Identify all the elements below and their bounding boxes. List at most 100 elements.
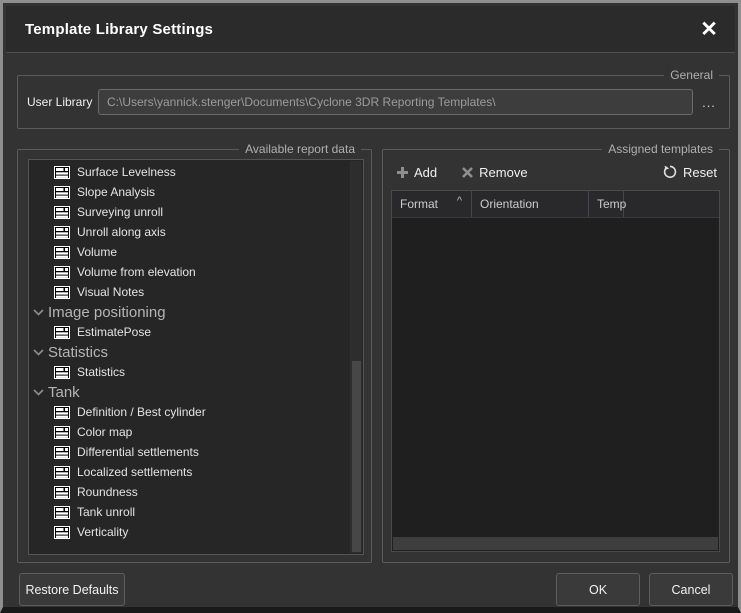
report-icon: [54, 506, 70, 519]
restore-defaults-label: Restore Defaults: [25, 583, 118, 597]
cancel-label: Cancel: [672, 583, 711, 597]
report-icon: [54, 226, 70, 239]
user-library-path-input[interactable]: [98, 89, 693, 115]
tree-label: Differential settlements: [77, 445, 199, 459]
report-icon: [54, 266, 70, 279]
tree-label: Tank unroll: [77, 505, 135, 519]
ok-label: OK: [589, 583, 607, 597]
assigned-toolbar: Add Remove Reset: [397, 159, 717, 185]
tree-item[interactable]: Localized settlements: [29, 462, 350, 482]
chevron-down-icon: [33, 389, 44, 396]
tree-label: EstimatePose: [77, 325, 151, 339]
available-group-legend: Available report data: [239, 142, 361, 156]
report-data-list: Surface Levelness Slope Analysis Surveying…: [28, 159, 364, 555]
tree-item[interactable]: EstimatePose: [29, 322, 350, 342]
reset-circular-arrow-icon: [663, 165, 677, 179]
user-library-label: User Library: [27, 76, 92, 128]
remove-button[interactable]: Remove: [462, 165, 527, 180]
horizontal-scrollbar[interactable]: [393, 537, 718, 550]
ok-button[interactable]: OK: [556, 573, 640, 606]
template-library-settings-dialog: Template Library Settings ✕ General User…: [0, 0, 741, 613]
available-report-data-group: Available report data Surface LevelnessS…: [17, 149, 372, 563]
add-button[interactable]: Add: [397, 165, 437, 180]
tree-item[interactable]: Volume from elevation: [29, 262, 350, 282]
x-icon: [462, 167, 473, 178]
tree-item[interactable]: Unroll along axis: [29, 222, 350, 242]
tree-item[interactable]: Volume: [29, 242, 350, 262]
column-header-temp[interactable]: Temp: [589, 191, 624, 217]
remove-button-label: Remove: [479, 165, 527, 180]
tree-label: Surface Levelness: [77, 165, 176, 179]
add-button-label: Add: [414, 165, 437, 180]
assigned-templates-group: Assigned templates Add Remove Reset: [382, 149, 730, 563]
tree-label: Localized settlements: [77, 465, 192, 479]
tree-label: Unroll along axis: [77, 225, 166, 239]
report-icon: [54, 406, 70, 419]
tree-label: Volume: [77, 245, 117, 259]
column-header-extra[interactable]: [624, 191, 719, 217]
tree-item[interactable]: Surveying unroll: [29, 202, 350, 222]
tree-category[interactable]: Tank: [29, 382, 350, 402]
report-icon: [54, 446, 70, 459]
tree-label: Slope Analysis: [77, 185, 155, 199]
dialog-title: Template Library Settings: [25, 21, 213, 38]
tree-item[interactable]: Color map: [29, 422, 350, 442]
tree-label: Statistics: [48, 344, 108, 361]
tree-label: Roundness: [77, 485, 138, 499]
tree-category[interactable]: Image positioning: [29, 302, 350, 322]
column-header-orientation[interactable]: Orientation: [472, 191, 589, 217]
reset-button[interactable]: Reset: [663, 165, 717, 180]
tree-item[interactable]: Verticality: [29, 522, 350, 542]
report-tree: Surface Levelness Slope Analysis Surveying…: [29, 162, 350, 542]
tree-item[interactable]: Roundness: [29, 482, 350, 502]
table-header: Format ^ Orientation Temp: [392, 191, 719, 218]
report-icon: [54, 246, 70, 259]
tree-label: Visual Notes: [77, 285, 144, 299]
report-icon: [54, 326, 70, 339]
report-icon: [54, 426, 70, 439]
column-header-format-label: Format: [400, 197, 438, 211]
column-header-format[interactable]: Format ^: [392, 191, 472, 217]
tree-label: Definition / Best cylinder: [77, 405, 206, 419]
general-group: General User Library ...: [17, 75, 730, 129]
tree-item[interactable]: Differential settlements: [29, 442, 350, 462]
restore-defaults-button[interactable]: Restore Defaults: [19, 573, 125, 606]
tree-item[interactable]: Visual Notes: [29, 282, 350, 302]
column-header-temp-label: Temp: [597, 197, 626, 211]
table-body-empty[interactable]: [392, 218, 719, 536]
tree-item[interactable]: Tank unroll: [29, 502, 350, 522]
tree-category[interactable]: Statistics: [29, 342, 350, 362]
report-icon: [54, 486, 70, 499]
tree-label: Verticality: [77, 525, 128, 539]
general-group-legend: General: [664, 68, 719, 82]
cancel-button[interactable]: Cancel: [649, 573, 733, 606]
chevron-down-icon: [33, 309, 44, 316]
tree-item[interactable]: Statistics: [29, 362, 350, 382]
vertical-scrollbar-thumb[interactable]: [352, 361, 361, 552]
tree-item[interactable]: Slope Analysis: [29, 182, 350, 202]
report-icon: [54, 526, 70, 539]
plus-icon: [397, 167, 408, 178]
tree-item[interactable]: Definition / Best cylinder: [29, 402, 350, 422]
tree-label: Volume from elevation: [77, 265, 196, 279]
close-icon[interactable]: ✕: [691, 11, 727, 47]
column-header-orientation-label: Orientation: [480, 197, 539, 211]
report-icon: [54, 166, 70, 179]
report-icon: [54, 186, 70, 199]
tree-label: Statistics: [77, 365, 125, 379]
titlebar: Template Library Settings ✕: [6, 6, 735, 53]
browse-button[interactable]: ...: [696, 89, 722, 115]
chevron-down-icon: [33, 349, 44, 356]
reset-button-label: Reset: [683, 165, 717, 180]
assigned-templates-table: Format ^ Orientation Temp: [391, 190, 720, 552]
sort-ascending-icon: ^: [457, 195, 462, 207]
report-icon: [54, 206, 70, 219]
tree-label: Tank: [48, 384, 80, 401]
report-icon: [54, 466, 70, 479]
tree-item[interactable]: Surface Levelness: [29, 162, 350, 182]
vertical-scrollbar[interactable]: [350, 161, 362, 553]
tree-label: Image positioning: [48, 304, 166, 321]
tree-label: Surveying unroll: [77, 205, 163, 219]
report-icon: [54, 366, 70, 379]
report-icon: [54, 286, 70, 299]
